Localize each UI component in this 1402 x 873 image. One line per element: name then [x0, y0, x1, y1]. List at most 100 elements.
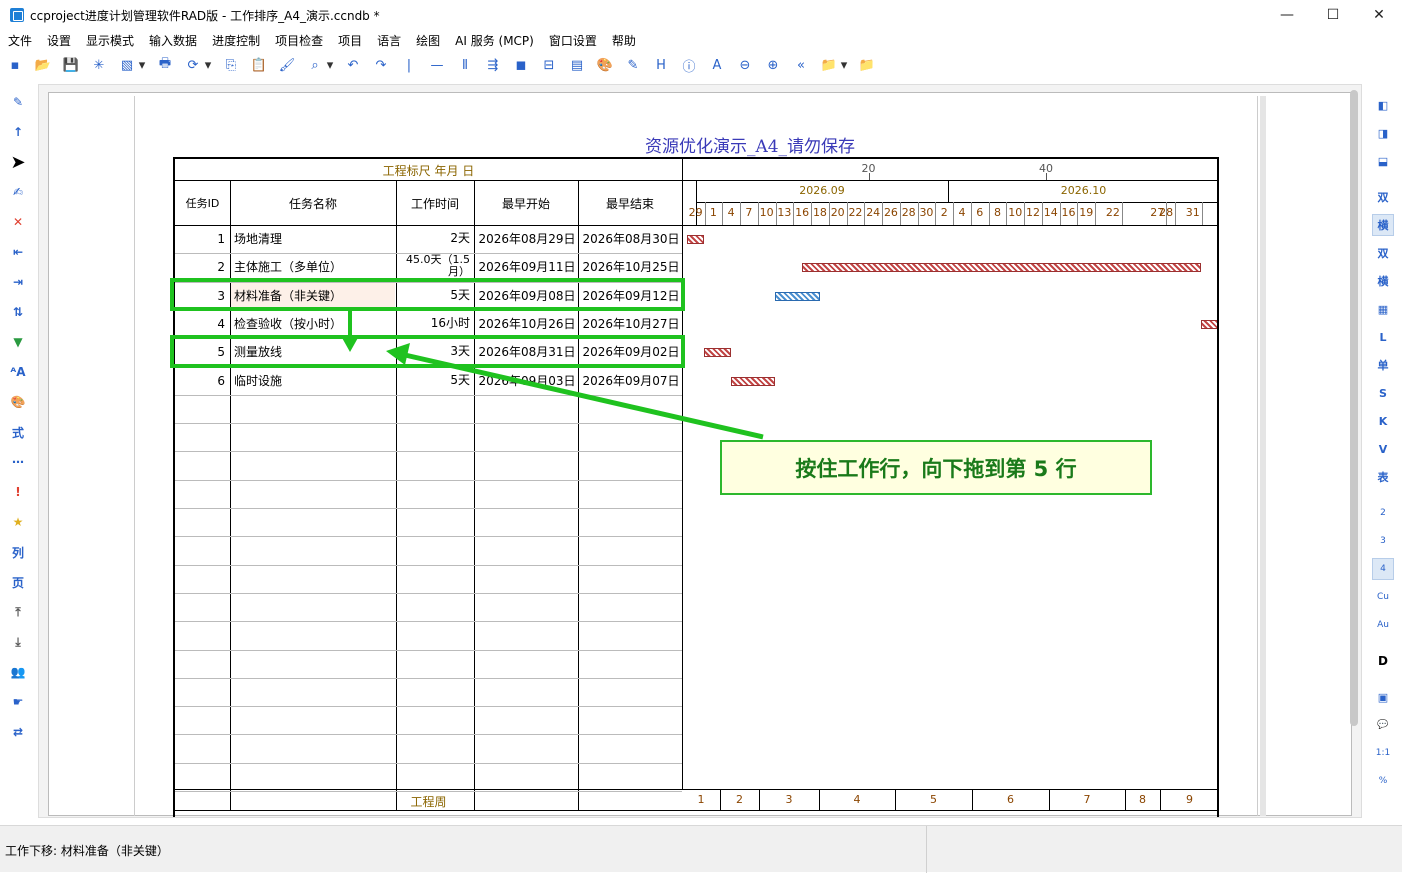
- calendar-icon[interactable]: ▣: [1372, 686, 1394, 708]
- level-4-tool[interactable]: 4: [1372, 558, 1394, 580]
- s-tool[interactable]: S: [1372, 382, 1394, 404]
- line-icon[interactable]: —: [428, 56, 446, 74]
- horizontal-tool[interactable]: 横: [1372, 214, 1394, 236]
- edit-pen-icon[interactable]: ✍: [9, 183, 27, 201]
- open-folder-icon[interactable]: 📂: [34, 56, 52, 74]
- task-finish-1[interactable]: 2026年08月30日: [580, 232, 682, 246]
- column-header-id[interactable]: 任务ID: [175, 195, 230, 211]
- image-icon[interactable]: ▧: [118, 56, 136, 74]
- task-name-4[interactable]: 检查验收（按小时）: [234, 317, 394, 331]
- horizontal-network-tool[interactable]: 横: [1372, 270, 1394, 292]
- hand-icon[interactable]: ☛: [9, 693, 27, 711]
- text-icon[interactable]: A: [708, 56, 726, 74]
- level-3-tool[interactable]: 3: [1372, 530, 1394, 552]
- d-tool[interactable]: D: [1372, 650, 1394, 672]
- task-finish-6[interactable]: 2026年09月07日: [580, 374, 682, 388]
- task-duration-1[interactable]: 2天: [398, 232, 470, 244]
- refresh-icon[interactable]: ⟳: [184, 56, 202, 74]
- task-id-6[interactable]: 6: [175, 374, 225, 388]
- paste-icon[interactable]: 📋: [250, 56, 268, 74]
- report-icon[interactable]: ▤: [568, 56, 586, 74]
- task-finish-4[interactable]: 2026年10月27日: [580, 317, 682, 331]
- pointer-icon[interactable]: ➤: [9, 152, 27, 173]
- task-duration-4[interactable]: 16小时: [398, 317, 470, 329]
- task-duration-6[interactable]: 5天: [398, 374, 470, 386]
- comment-icon[interactable]: 💬: [1372, 714, 1394, 736]
- font-icon[interactable]: ᴬA: [9, 363, 27, 381]
- page-icon[interactable]: 页: [9, 573, 27, 591]
- palette-icon[interactable]: 🎨: [596, 56, 614, 74]
- task-id-2[interactable]: 2: [175, 260, 225, 274]
- task-start-6[interactable]: 2026年09月03日: [476, 374, 578, 388]
- au-tool[interactable]: Au: [1372, 614, 1394, 636]
- dropdown-icon[interactable]: ▾: [840, 56, 848, 74]
- swap-vertical-icon[interactable]: ⇅: [9, 303, 27, 321]
- task-finish-2[interactable]: 2026年10月25日: [580, 260, 682, 274]
- menu-input-data[interactable]: 输入数据: [149, 32, 197, 49]
- indent-right-icon[interactable]: ⇥: [9, 273, 27, 291]
- task-id-4[interactable]: 4: [175, 317, 225, 331]
- column-icon[interactable]: 列: [9, 543, 27, 561]
- move-top-icon[interactable]: ⤒: [9, 603, 27, 621]
- move-bottom-icon[interactable]: ⤓: [9, 633, 27, 651]
- menu-help[interactable]: 帮助: [612, 32, 636, 49]
- panel-left-icon[interactable]: ◧: [1372, 94, 1394, 116]
- zoom-out-icon[interactable]: ⊖: [736, 56, 754, 74]
- gantt-bar-6[interactable]: [730, 376, 776, 386]
- l-tool[interactable]: L: [1372, 326, 1394, 348]
- task-start-1[interactable]: 2026年08月29日: [476, 232, 578, 246]
- palette-icon[interactable]: 🎨: [9, 393, 27, 411]
- gantt-bar-2[interactable]: [801, 263, 1202, 273]
- minimize-button[interactable]: —: [1264, 0, 1310, 30]
- menu-schedule-control[interactable]: 进度控制: [212, 32, 260, 49]
- copy-icon[interactable]: ⎘: [222, 56, 240, 74]
- gantt-bar-4[interactable]: [1201, 319, 1217, 329]
- maximize-button[interactable]: ☐: [1310, 0, 1356, 30]
- panel-bottom-icon[interactable]: ⬓: [1372, 150, 1394, 172]
- columns-icon[interactable]: ⦀: [456, 56, 474, 74]
- double-network-tool[interactable]: 双: [1372, 242, 1394, 264]
- new-file-icon[interactable]: ▪: [6, 56, 24, 74]
- close-button[interactable]: ✕: [1356, 0, 1402, 30]
- task-id-1[interactable]: 1: [175, 232, 225, 246]
- menu-project-check[interactable]: 项目检查: [275, 32, 323, 49]
- users-icon[interactable]: 👥: [9, 663, 27, 681]
- dots-icon[interactable]: ⋯: [9, 453, 27, 471]
- menu-project[interactable]: 项目: [338, 32, 362, 49]
- gantt-bar-5[interactable]: [704, 348, 731, 358]
- edit-icon[interactable]: ✎: [624, 56, 642, 74]
- menu-window-settings[interactable]: 窗口设置: [549, 32, 597, 49]
- vertical-scrollbar[interactable]: [1350, 90, 1358, 726]
- percent-tool[interactable]: %: [1372, 770, 1394, 792]
- column-header-start[interactable]: 最早开始: [474, 195, 578, 212]
- dropdown-icon[interactable]: ▾: [326, 56, 334, 74]
- redo-icon[interactable]: ↷: [372, 56, 390, 74]
- indent-left-icon[interactable]: ⇤: [9, 243, 27, 261]
- delete-icon[interactable]: ✕: [9, 213, 27, 231]
- menu-settings[interactable]: 设置: [47, 32, 71, 49]
- folder-icon[interactable]: 📁: [820, 56, 838, 74]
- table-icon[interactable]: ▦: [1372, 298, 1394, 320]
- exclamation-icon[interactable]: !: [9, 483, 27, 501]
- menu-display-mode[interactable]: 显示模式: [86, 32, 134, 49]
- calendar-icon[interactable]: ◼: [512, 56, 530, 74]
- task-duration-2[interactable]: 45.0天（1.5月）: [398, 254, 470, 278]
- table-tool[interactable]: 表: [1372, 466, 1394, 488]
- print-icon[interactable]: 🖶: [156, 56, 174, 74]
- separator-icon[interactable]: |: [400, 56, 418, 74]
- double-tool[interactable]: 双: [1372, 186, 1394, 208]
- gantt-bar-3[interactable]: [775, 291, 820, 301]
- h-icon[interactable]: H: [652, 56, 670, 74]
- search-icon[interactable]: ⌕: [306, 56, 324, 74]
- single-tool[interactable]: 单: [1372, 354, 1394, 376]
- gantt-bar-1[interactable]: [686, 235, 705, 244]
- zoom-in-icon[interactable]: ⊕: [764, 56, 782, 74]
- back-icon[interactable]: «: [792, 56, 810, 74]
- network-icon[interactable]: ⊟: [540, 56, 558, 74]
- cu-tool[interactable]: Cu: [1372, 586, 1394, 608]
- pencil-icon[interactable]: ✎: [9, 93, 27, 111]
- star-icon[interactable]: ★: [9, 513, 27, 531]
- brush-icon[interactable]: 🖌: [278, 56, 296, 74]
- exchange-icon[interactable]: ⇄: [9, 723, 27, 741]
- dropdown-icon[interactable]: ▾: [204, 56, 212, 74]
